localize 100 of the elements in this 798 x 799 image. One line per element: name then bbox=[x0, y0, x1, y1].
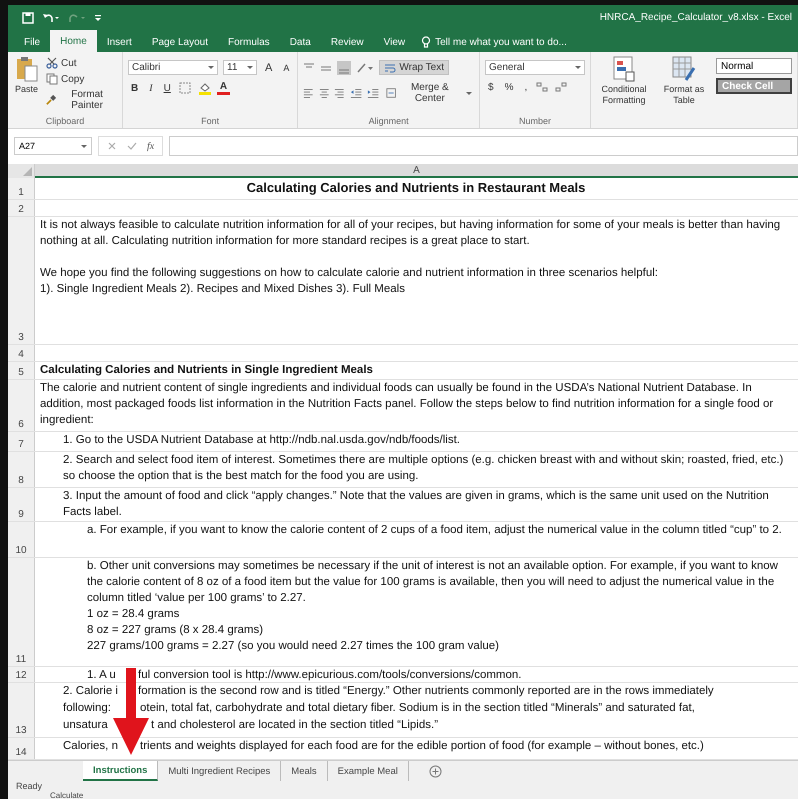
cell-text: 2. Search and select food item of interest. Sometimes there are multiple options (e.g. chicken breast with and without skin; roasted, fried, etc.) so choose the option that is the best match for the food you are using. bbox=[63, 454, 784, 482]
row-header[interactable]: 14 bbox=[8, 738, 35, 759]
cell-text: otein, total fat, carbohydrate and total dietary fiber. Sodium is in the section titled “Minerals” and saturated fat, bbox=[140, 701, 695, 716]
name-box[interactable]: A27 bbox=[14, 137, 92, 155]
wrap-text-button[interactable]: Wrap Text bbox=[379, 60, 450, 75]
tell-me-box[interactable]: Tell me what you want to do... bbox=[421, 32, 567, 52]
caret-icon bbox=[208, 66, 214, 69]
row-header[interactable]: 11 bbox=[8, 558, 35, 666]
cell-text: 2. Calorie i bbox=[63, 684, 119, 699]
font-name-dropdown[interactable]: Calibri bbox=[128, 60, 218, 75]
borders-icon[interactable] bbox=[178, 82, 193, 94]
row-header[interactable]: 9 bbox=[8, 488, 35, 521]
row-header[interactable]: 13 bbox=[8, 683, 35, 737]
orientation-icon[interactable] bbox=[356, 62, 374, 74]
group-label: Alignment bbox=[368, 116, 410, 126]
cell-text: ful conversion tool is http://www.epicurious.com/tools/conversions/common. bbox=[138, 668, 522, 683]
merge-center-button[interactable]: Merge & Center bbox=[384, 81, 474, 105]
underline-button[interactable]: U bbox=[160, 82, 174, 94]
table-icon bbox=[613, 56, 635, 82]
paste-button[interactable]: Paste bbox=[13, 56, 40, 116]
group-label: Font bbox=[200, 116, 220, 126]
cell-text: t and cholesterol are located in the section titled “Lipids.” bbox=[151, 718, 438, 733]
shrink-font-button[interactable]: A bbox=[280, 62, 292, 72]
ribbon-tab[interactable]: Formulas bbox=[218, 32, 280, 52]
ribbon-tab[interactable]: File bbox=[14, 32, 50, 52]
paintbrush-icon bbox=[46, 94, 56, 106]
window-title: HNRCA_Recipe_Calculator_v8.xlsx - Excel bbox=[600, 12, 792, 23]
calculate-text: Calculate bbox=[50, 791, 84, 799]
conditional-formatting-button[interactable]: Conditional Formatting bbox=[596, 56, 652, 126]
ribbon-tab[interactable]: Data bbox=[280, 32, 321, 52]
save-icon[interactable] bbox=[22, 12, 34, 24]
caret-icon bbox=[466, 92, 472, 94]
fill-color-icon[interactable] bbox=[198, 82, 212, 94]
ribbon-tab[interactable]: View bbox=[374, 32, 416, 52]
format-painter-button[interactable]: Format Painter bbox=[44, 88, 117, 112]
row-header[interactable]: 4 bbox=[8, 345, 35, 361]
grow-font-button[interactable]: A bbox=[262, 62, 276, 74]
row-header[interactable]: 10 bbox=[8, 522, 35, 557]
cell-text: following: bbox=[63, 701, 112, 716]
increase-decimal-icon[interactable] bbox=[535, 81, 550, 93]
redo-icon[interactable] bbox=[68, 12, 86, 24]
cell-text: It is not always feasible to calculate nutrition information for all of your recipes, but having information for some of your meals is better than having nothing at all. Calculating nutrition information for more standard recipes is a great place to start. We hope you find the following suggestions on how to calculate calorie and nutrient information in three scenarios helpful: 1). Single Ingredient Meals 2). Recipes and Mixed Dishes 3). Full Meals bbox=[40, 219, 780, 295]
formula-input[interactable] bbox=[169, 136, 798, 156]
number-format-dropdown[interactable]: General bbox=[485, 60, 585, 75]
ribbon-tab[interactable]: Insert bbox=[96, 32, 142, 52]
sheet-tab[interactable]: Instructions bbox=[83, 761, 158, 781]
increase-indent-icon[interactable] bbox=[367, 87, 380, 99]
format-as-table-button[interactable]: Format as Table bbox=[656, 56, 712, 126]
comma-button[interactable]: , bbox=[521, 82, 530, 92]
decrease-decimal-icon[interactable] bbox=[554, 81, 568, 93]
check-icon[interactable] bbox=[127, 141, 137, 151]
ribbon-tab[interactable]: Review bbox=[320, 32, 374, 52]
copy-icon bbox=[46, 73, 58, 85]
row-header[interactable]: 1 bbox=[8, 178, 35, 199]
caret-icon bbox=[81, 144, 87, 148]
row-header[interactable]: 8 bbox=[8, 452, 35, 487]
add-sheet-icon[interactable] bbox=[428, 764, 442, 778]
align-center-icon[interactable] bbox=[318, 87, 330, 99]
scissors-icon bbox=[46, 57, 58, 69]
decrease-indent-icon[interactable] bbox=[350, 87, 362, 99]
group-label: Number bbox=[518, 116, 552, 126]
insert-function-button[interactable]: fx bbox=[147, 140, 154, 152]
align-left-icon[interactable] bbox=[303, 87, 314, 99]
column-header[interactable]: A bbox=[35, 164, 798, 178]
cell-text: 1. Go to the USDA Nutrient Database at http://ndb.nal.usda.gov/ndb/foods/list. bbox=[63, 434, 460, 446]
align-bottom-icon[interactable] bbox=[337, 60, 352, 74]
cell-text: 1. A u bbox=[87, 668, 117, 683]
italic-button[interactable]: I bbox=[146, 82, 156, 94]
ribbon-tab[interactable]: Home bbox=[50, 30, 97, 52]
cell-text: formation is the second row and is titled “Energy.” Other nutrients commonly reported are in the rows immediately bbox=[138, 684, 714, 699]
status-text: Ready bbox=[16, 781, 42, 791]
lightbulb-icon bbox=[421, 36, 432, 48]
align-right-icon[interactable] bbox=[334, 87, 345, 99]
row-header[interactable]: 2 bbox=[8, 200, 35, 216]
currency-button[interactable]: $ bbox=[485, 82, 497, 92]
table-icon bbox=[672, 56, 696, 82]
corner-triangle-icon bbox=[23, 167, 32, 176]
wrap-icon bbox=[384, 62, 396, 72]
caret-icon bbox=[247, 66, 253, 69]
cell-text: Calculating Calories and Nutrients in Single Ingredient Meals bbox=[40, 364, 373, 376]
font-color-button[interactable]: A bbox=[216, 81, 230, 95]
row-header[interactable]: 6 bbox=[8, 380, 35, 431]
bold-button[interactable]: B bbox=[128, 82, 142, 94]
percent-button[interactable]: % bbox=[502, 82, 516, 92]
row-header[interactable]: 12 bbox=[8, 667, 35, 682]
row-header[interactable]: 5 bbox=[8, 362, 35, 379]
row-header[interactable]: 7 bbox=[8, 432, 35, 451]
undo-icon[interactable] bbox=[42, 12, 60, 24]
font-size-dropdown[interactable]: 11 bbox=[223, 60, 257, 75]
cancel-icon[interactable] bbox=[107, 141, 117, 151]
caret-icon bbox=[575, 66, 581, 69]
cut-button[interactable]: Cut bbox=[44, 56, 117, 70]
cell-text: The calorie and nutrient content of single ingredients and individual foods can usually be found in the USDA’s National Nutrient Database. In addition, most packaged foods list information in the Nutrition Facts panel. Follow the steps below to find nutrition information for a single food or ingredient: bbox=[40, 382, 774, 426]
cell-text: trients and weights displayed for each food are for the edible portion of food (for example – without bones, etc.) bbox=[140, 739, 704, 754]
merge-icon bbox=[386, 87, 397, 99]
row-header[interactable]: 3 bbox=[8, 217, 35, 344]
copy-button[interactable]: Copy bbox=[44, 72, 117, 86]
ribbon-tab[interactable]: Page Layout bbox=[142, 32, 218, 52]
normal-style[interactable]: Normal bbox=[716, 58, 792, 74]
cell-text: Calculating Calories and Nutrients in Restaurant Meals bbox=[246, 180, 586, 195]
